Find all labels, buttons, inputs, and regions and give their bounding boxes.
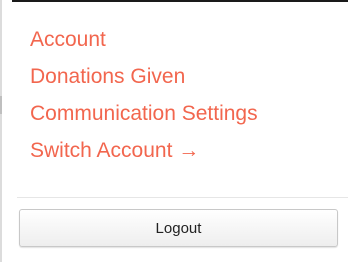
menu-divider bbox=[17, 197, 348, 198]
logout-button[interactable]: Logout bbox=[19, 209, 338, 247]
menu-item-account[interactable]: Account bbox=[30, 21, 348, 58]
account-menu-list: Account Donations Given Communication Se… bbox=[0, 21, 348, 169]
panel-top-border bbox=[12, 0, 348, 2]
menu-item-switch-account[interactable]: Switch Account → bbox=[30, 132, 348, 169]
menu-item-donations-given[interactable]: Donations Given bbox=[30, 58, 348, 95]
menu-item-communication-settings[interactable]: Communication Settings bbox=[30, 95, 348, 132]
account-dropdown-menu: Account Donations Given Communication Se… bbox=[0, 0, 348, 262]
